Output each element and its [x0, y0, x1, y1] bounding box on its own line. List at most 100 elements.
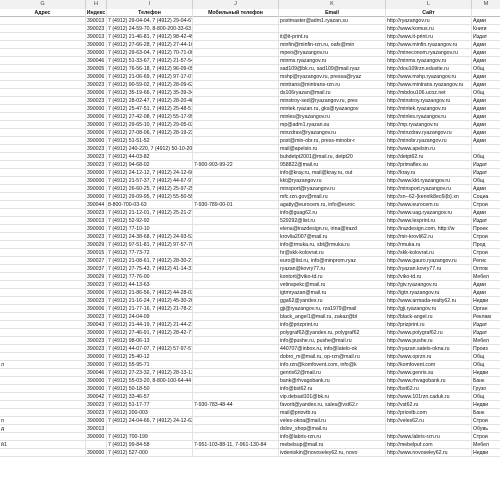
email-cell[interactable]: minstroy-sed@ryazangov.ru, pres — [279, 97, 386, 105]
phone-cell[interactable]: 7 (4912) 44-03-82 — [107, 153, 193, 161]
index-cell[interactable]: 390006 — [86, 113, 107, 121]
email-cell[interactable]: post@min-obr.ru, press-minobr-r — [279, 137, 386, 145]
email-cell[interactable]: bank@rhvagobank.ru — [279, 377, 386, 385]
site-cell[interactable]: http://www.mintrans.ryazangov.ru — [386, 81, 472, 89]
category-cell[interactable]: Адми — [472, 81, 500, 89]
site-cell[interactable]: http://mbdou106.ucoz.net — [386, 89, 472, 97]
mobile-cell[interactable] — [193, 377, 279, 385]
category-cell[interactable]: Адми — [472, 209, 500, 217]
address-cell[interactable] — [0, 289, 86, 297]
phone-cell[interactable]: 7 (4912) 90-59-02, 7 (4912) 28-09-62, 7 … — [107, 81, 193, 89]
email-cell[interactable]: info.rzn@komfovent.com, info@k — [279, 361, 386, 369]
index-cell[interactable]: 390023 — [86, 233, 107, 241]
mobile-cell[interactable] — [193, 97, 279, 105]
address-cell[interactable] — [0, 409, 86, 417]
mobile-cell[interactable] — [193, 281, 279, 289]
site-cell[interactable]: http://www.genris.su — [386, 369, 472, 377]
phone-cell[interactable]: 7 (4912) 27-23-32, 7 (4912) 28-13-12, 7 … — [107, 369, 193, 377]
address-cell[interactable] — [0, 281, 86, 289]
header-email[interactable]: Email — [279, 9, 386, 17]
phone-cell[interactable]: 7 (4912) 33-46-57 — [107, 393, 193, 401]
index-cell[interactable]: 390013 — [86, 33, 107, 41]
address-cell[interactable] — [0, 145, 86, 153]
email-cell[interactable]: minfin@minfin-rzn.ru, oafs@min — [279, 41, 386, 49]
site-cell[interactable]: http://giv.ryazangov.ru — [386, 281, 472, 289]
email-cell[interactable]: 440707@inbox.ru, info@latelo-ok — [279, 345, 386, 353]
index-cell[interactable]: 390000 — [86, 137, 107, 145]
mobile-cell[interactable] — [193, 361, 279, 369]
email-cell[interactable]: polygraf62@yandex.ru, polygraf62 — [279, 329, 386, 337]
email-cell[interactable]: mfc.rzn.gov@mail.ru — [279, 193, 386, 201]
index-cell[interactable]: 390015 — [86, 249, 107, 257]
email-cell[interactable]: euro@list.ru, info@minprom.ryaz — [279, 257, 386, 265]
phone-cell[interactable]: 7 (4912) 21-08-61, 7 (4912) 28-30-21, 7 … — [107, 257, 193, 265]
address-cell[interactable] — [0, 313, 86, 321]
mobile-cell[interactable] — [193, 337, 279, 345]
index-cell[interactable]: 390000 — [86, 193, 107, 201]
site-cell[interactable]: http://priovtb.com — [386, 409, 472, 417]
phone-cell[interactable]: 7 (4912) 25-40-12 — [107, 353, 193, 361]
address-cell[interactable]: д — [0, 425, 86, 433]
category-cell[interactable]: Обувь — [472, 425, 500, 433]
column-header-h[interactable]: H — [86, 0, 107, 9]
index-cell[interactable]: 390000 — [86, 361, 107, 369]
category-cell[interactable]: Издат — [472, 169, 500, 177]
category-cell[interactable]: Издат — [472, 161, 500, 169]
phone-cell[interactable]: 7 (4912) 700-199 — [107, 433, 193, 441]
index-cell[interactable]: 390000 — [86, 449, 107, 457]
phone-cell[interactable]: 7 (4912) 29-63-04, 7 (4912) 70-71-00, 7 … — [107, 49, 193, 57]
mobile-cell[interactable] — [193, 137, 279, 145]
index-cell[interactable]: 390023 — [86, 153, 107, 161]
site-cell[interactable]: http://minles.ryazangov.ru — [386, 113, 472, 121]
phone-cell[interactable]: 7 (4912) 24-04-09 — [107, 313, 193, 321]
category-cell[interactable]: Банк — [472, 409, 500, 417]
address-cell[interactable]: л — [0, 361, 86, 369]
address-cell[interactable] — [0, 49, 86, 57]
category-cell[interactable]: Строи — [472, 249, 500, 257]
category-cell[interactable]: Банк — [472, 377, 500, 385]
email-cell[interactable]: ryazan@kovry77.ru — [279, 265, 386, 273]
address-cell[interactable] — [0, 329, 86, 337]
email-cell[interactable]: buhdetpt2001@mail.ru, detpt20 — [279, 153, 386, 161]
phone-cell[interactable]: 7 (4912) 27-66-28, 7 (4912) 27-44-10, 7 … — [107, 41, 193, 49]
mobile-cell[interactable] — [193, 145, 279, 153]
site-cell[interactable]: http://minzdrav.ryazangov.ru — [386, 129, 472, 137]
index-cell[interactable]: 390023 — [86, 145, 107, 153]
site-cell[interactable]: http://viko-td.ru — [386, 273, 472, 281]
category-cell[interactable]: Адми — [472, 185, 500, 193]
category-cell[interactable]: Издат — [472, 217, 500, 225]
column-header-g[interactable]: G — [0, 0, 86, 9]
phone-cell[interactable]: 7 (4912) 27-08-06, 7 (4912) 28-19-22, 7 … — [107, 129, 193, 137]
mobile-cell[interactable] — [193, 449, 279, 457]
mobile-cell[interactable] — [193, 353, 279, 361]
mobile-cell[interactable] — [193, 409, 279, 417]
address-cell[interactable] — [0, 129, 86, 137]
site-cell[interactable]: http://mebelpuf.com — [386, 441, 472, 449]
address-cell[interactable] — [0, 193, 86, 201]
site-cell[interactable]: http://komfovent.com — [386, 361, 472, 369]
index-cell[interactable] — [86, 441, 107, 449]
phone-cell[interactable]: 7 (4912) 29-04-04, 7 (4912) 29-04-67 — [107, 17, 193, 25]
address-cell[interactable] — [0, 209, 86, 217]
email-cell[interactable]: veles-okna@mail.ru — [279, 417, 386, 425]
mobile-cell[interactable] — [193, 49, 279, 57]
category-cell[interactable]: Реклам — [472, 313, 500, 321]
mobile-cell[interactable] — [193, 265, 279, 273]
email-cell[interactable]: mail@apelsin.ru — [279, 145, 386, 153]
mobile-cell[interactable] — [193, 33, 279, 41]
site-cell[interactable]: http://mir-krovli62.ru — [386, 233, 472, 241]
address-cell[interactable] — [0, 249, 86, 257]
email-cell[interactable]: info@rmuka.ru, sbt@rmuka.ru — [279, 241, 386, 249]
mobile-cell[interactable] — [193, 169, 279, 177]
site-cell[interactable]: http://www.apelsin.ru — [386, 145, 472, 153]
phone-cell[interactable]: 7 (4912) 21-57-37, 7 (4912) 44-67-97, 7 … — [107, 177, 193, 185]
site-cell[interactable]: http://detpt62.ru — [386, 153, 472, 161]
category-cell[interactable]: Адми — [472, 121, 500, 129]
site-cell[interactable]: http://dou109rzn.edusite.ru — [386, 65, 472, 73]
category-cell[interactable] — [472, 145, 500, 153]
mobile-cell[interactable] — [193, 193, 279, 201]
index-cell[interactable]: 390023 — [86, 313, 107, 321]
site-cell[interactable]: http://xn--62-{kennlk8ec6i{b}.xn — [386, 193, 472, 201]
index-cell[interactable]: 390000 — [86, 105, 107, 113]
email-cell[interactable]: info@labris-rzn.ru — [279, 433, 386, 441]
